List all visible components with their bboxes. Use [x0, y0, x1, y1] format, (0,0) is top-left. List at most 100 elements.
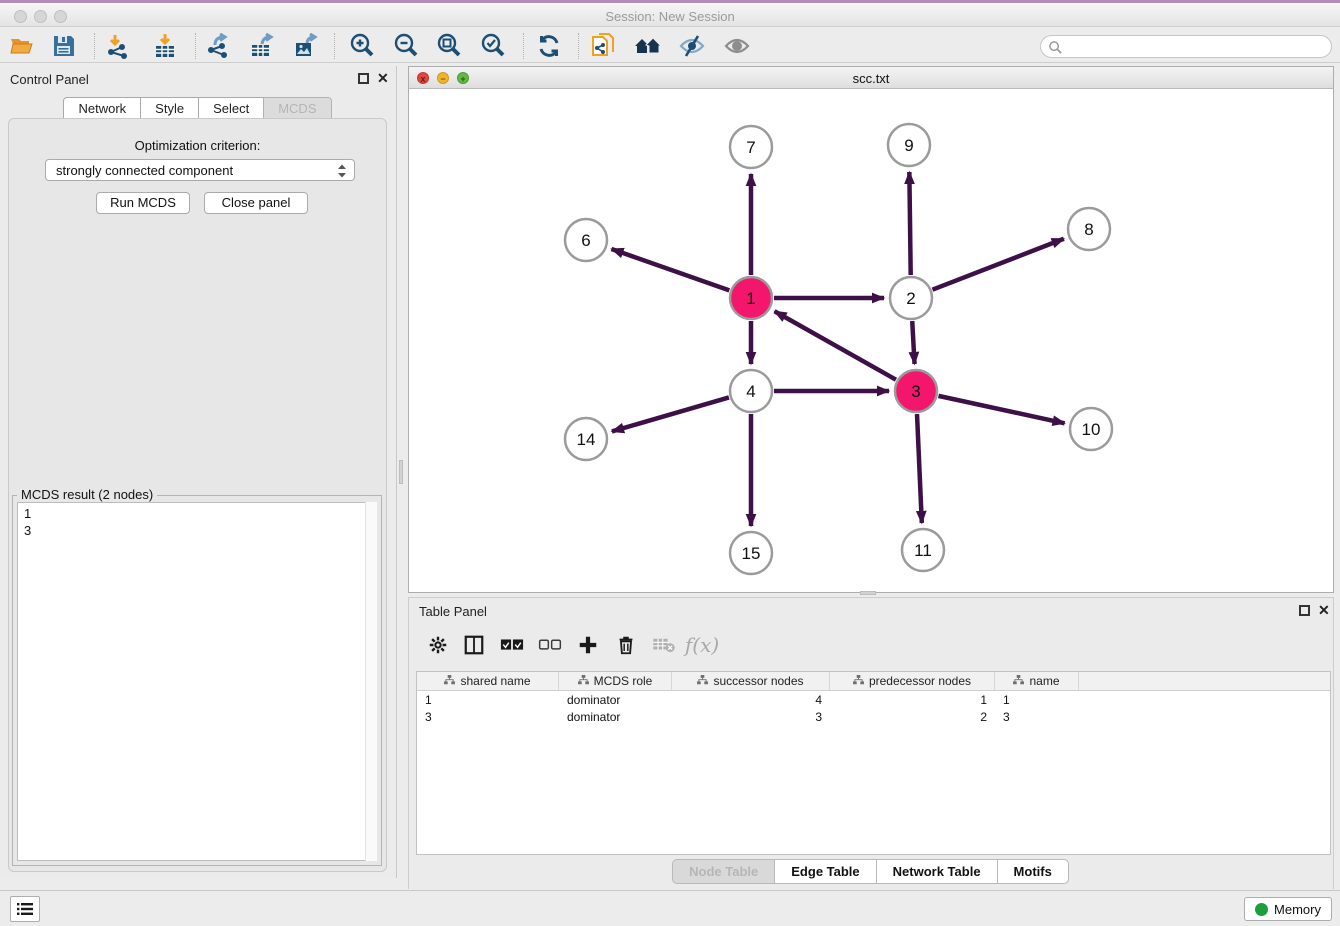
edge-3-1[interactable]: [775, 311, 896, 379]
tab-select[interactable]: Select: [198, 97, 264, 120]
column-header-label: successor nodes: [713, 674, 803, 688]
vertical-splitter[interactable]: [399, 460, 403, 484]
edge-3-10[interactable]: [938, 396, 1064, 423]
tab-style[interactable]: Style: [140, 97, 199, 120]
network-from-file-icon[interactable]: [590, 32, 618, 60]
tab-node-table[interactable]: Node Table: [672, 859, 775, 884]
network-window-titlebar[interactable]: x − + scc.txt: [409, 67, 1333, 89]
table-cell[interactable]: dominator: [559, 709, 672, 725]
table-cell[interactable]: 1: [830, 692, 995, 708]
search-input[interactable]: [1067, 38, 1325, 55]
tab-motifs[interactable]: Motifs: [997, 859, 1069, 884]
svg-text:7: 7: [746, 138, 755, 157]
refresh-view-icon[interactable]: [535, 32, 563, 60]
import-network-icon[interactable]: [104, 32, 132, 60]
open-session-icon[interactable]: [8, 32, 36, 60]
table-options-icon[interactable]: [423, 630, 453, 660]
column-header-name[interactable]: name: [995, 672, 1079, 690]
edge-2-8[interactable]: [932, 239, 1063, 290]
optimization-label: Optimization criterion:: [9, 138, 386, 153]
delete-column-icon[interactable]: [611, 630, 641, 660]
edge-4-14[interactable]: [612, 397, 729, 431]
close-panel-icon[interactable]: ✕: [377, 70, 389, 86]
node-table[interactable]: shared nameMCDS role successor nodes prede…: [416, 671, 1331, 855]
status-bar: Memory: [0, 890, 1340, 926]
edge-3-11[interactable]: [917, 414, 922, 523]
node-15[interactable]: 15: [730, 532, 772, 574]
select-all-icon[interactable]: [497, 630, 527, 660]
dropdown-value: strongly connected component: [56, 163, 233, 178]
save-session-icon[interactable]: [50, 32, 78, 60]
close-panel-button[interactable]: Close panel: [204, 192, 308, 214]
mcds-result-text[interactable]: 1 3: [17, 502, 377, 861]
zoom-out-icon[interactable]: [392, 32, 420, 60]
table-cell[interactable]: 3: [995, 709, 1079, 725]
toolbar-separator: [94, 33, 95, 59]
zoom-selected-icon[interactable]: [479, 32, 507, 60]
tab-mcds[interactable]: MCDS: [263, 97, 331, 120]
column-header-MCDS-role[interactable]: MCDS role: [559, 672, 672, 690]
run-mcds-button[interactable]: Run MCDS: [96, 192, 190, 214]
search-field[interactable]: [1040, 35, 1332, 58]
close-panel-icon[interactable]: ✕: [1318, 602, 1330, 618]
node-6[interactable]: 6: [565, 219, 607, 261]
horizontal-splitter[interactable]: [860, 591, 876, 595]
column-view-icon[interactable]: [459, 630, 489, 660]
hide-graphics-details-icon[interactable]: [678, 32, 706, 60]
svg-text:3: 3: [911, 382, 920, 401]
import-table-icon[interactable]: [151, 32, 179, 60]
column-attr-icon: [853, 674, 864, 688]
table-cell[interactable]: dominator: [559, 692, 672, 708]
node-11[interactable]: 11: [902, 529, 944, 571]
table-cell[interactable]: 4: [672, 692, 830, 708]
table-cell[interactable]: 3: [672, 709, 830, 725]
edge-1-6[interactable]: [611, 249, 729, 290]
column-attr-icon: [697, 674, 708, 688]
network-canvas[interactable]: 1 2 3 4 6 7 8 9 10 11 14 15: [409, 89, 1333, 592]
zoom-in-icon[interactable]: [348, 32, 376, 60]
zoom-fit-icon[interactable]: [435, 32, 463, 60]
optimization-dropdown[interactable]: strongly connected component: [45, 159, 355, 181]
add-column-icon[interactable]: [573, 630, 603, 660]
home-layout-icon[interactable]: [634, 32, 662, 60]
task-history-button[interactable]: [10, 896, 40, 922]
edge-2-3[interactable]: [912, 321, 914, 364]
tab-network-table[interactable]: Network Table: [876, 859, 998, 884]
export-table-icon[interactable]: [248, 32, 276, 60]
float-panel-icon[interactable]: [358, 73, 369, 84]
export-network-icon[interactable]: [204, 32, 232, 60]
table-cell[interactable]: 2: [830, 709, 995, 725]
node-1[interactable]: 1: [730, 277, 772, 319]
column-header-successor-nodes[interactable]: successor nodes: [672, 672, 830, 690]
mcds-panel: Optimization criterion: strongly connect…: [8, 118, 387, 872]
tab-edge-table[interactable]: Edge Table: [774, 859, 876, 884]
column-header-shared-name[interactable]: shared name: [417, 672, 559, 690]
table-row[interactable]: 3dominator323: [417, 709, 1330, 725]
delete-table-icon[interactable]: [649, 630, 679, 660]
toolbar-separator: [334, 33, 335, 59]
svg-text:11: 11: [914, 541, 932, 560]
node-3[interactable]: 3: [895, 370, 937, 412]
tab-network[interactable]: Network: [63, 97, 141, 120]
memory-button[interactable]: Memory: [1244, 897, 1332, 921]
column-header-predecessor-nodes[interactable]: predecessor nodes: [830, 672, 995, 690]
table-cell[interactable]: 1: [417, 692, 559, 708]
table-cell[interactable]: 3: [417, 709, 559, 725]
svg-text:15: 15: [742, 544, 761, 563]
show-graphics-details-icon[interactable]: [723, 32, 751, 60]
node-10[interactable]: 10: [1070, 408, 1112, 450]
node-7[interactable]: 7: [730, 126, 772, 168]
node-2[interactable]: 2: [890, 277, 932, 319]
node-9[interactable]: 9: [888, 124, 930, 166]
export-image-icon[interactable]: [292, 32, 320, 60]
node-8[interactable]: 8: [1068, 208, 1110, 250]
node-14[interactable]: 14: [565, 418, 607, 460]
table-cell[interactable]: 1: [995, 692, 1079, 708]
table-row[interactable]: 1dominator411: [417, 692, 1330, 708]
node-4[interactable]: 4: [730, 370, 772, 412]
float-panel-icon[interactable]: [1299, 605, 1310, 616]
result-scrollbar[interactable]: [365, 502, 377, 861]
deselect-all-icon[interactable]: [535, 630, 565, 660]
edge-2-9[interactable]: [909, 172, 910, 275]
fx-label: f(x): [685, 633, 719, 657]
